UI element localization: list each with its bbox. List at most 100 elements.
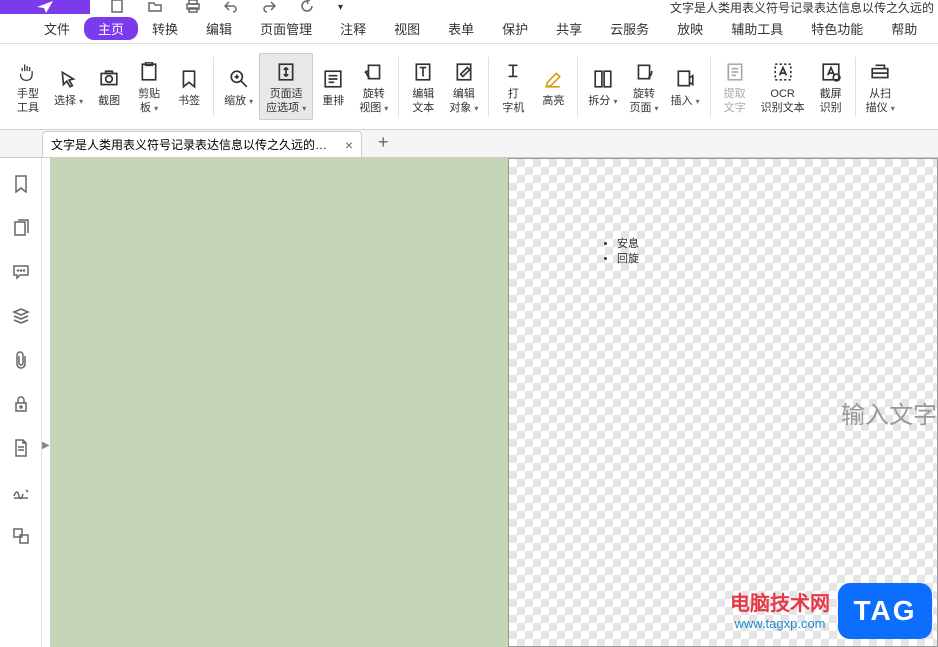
ribbon-insert-button[interactable]: 插入 ▾ bbox=[665, 61, 706, 112]
undo-icon[interactable] bbox=[224, 0, 238, 16]
refresh-icon[interactable] bbox=[300, 0, 314, 16]
ribbon-label: 手型 工具 bbox=[17, 88, 39, 114]
extract-icon bbox=[721, 58, 749, 86]
add-tab-button[interactable]: + bbox=[378, 132, 389, 157]
scanner-icon bbox=[866, 58, 894, 86]
bullet-list: 安息回旋 bbox=[601, 237, 639, 268]
chevron-down-icon: ▾ bbox=[474, 104, 478, 113]
menu-item[interactable]: 特色功能 bbox=[797, 15, 877, 42]
screenshot-icon bbox=[95, 65, 123, 93]
chevron-down-icon: ▾ bbox=[655, 104, 659, 113]
page-left-panel bbox=[50, 158, 508, 647]
comment-icon[interactable] bbox=[11, 262, 31, 282]
attachment-icon[interactable] bbox=[11, 350, 31, 370]
redo-icon[interactable] bbox=[262, 0, 276, 16]
ribbon-bookmark-button[interactable]: 书签 bbox=[169, 61, 209, 112]
signature-icon[interactable] bbox=[11, 482, 31, 502]
ribbon-label: 截屏 识别 bbox=[820, 88, 842, 114]
menu-item[interactable]: 辅助工具 bbox=[717, 15, 797, 42]
ribbon-hand-button[interactable]: 手型 工具 bbox=[8, 54, 48, 118]
watermark-title: 电脑技术网 bbox=[730, 587, 830, 616]
open-icon[interactable] bbox=[148, 0, 162, 16]
document-icon[interactable] bbox=[11, 438, 31, 458]
ribbon-separator bbox=[488, 57, 489, 117]
ribbon-label: 编辑 文本 bbox=[412, 88, 434, 114]
ribbon-label: 截图 bbox=[98, 95, 120, 108]
text-placeholder[interactable]: 输入文字 bbox=[841, 395, 937, 430]
ribbon-label: 旋转 页面 ▾ bbox=[629, 88, 658, 114]
list-item: 回旋 bbox=[617, 252, 639, 267]
ribbon-separator bbox=[710, 57, 711, 117]
zoom-icon bbox=[225, 65, 253, 93]
chevron-down-icon: ▾ bbox=[79, 97, 83, 106]
menu-item[interactable]: 文件 bbox=[30, 15, 84, 42]
menu-item[interactable]: 主页 bbox=[84, 17, 138, 40]
menu-item[interactable]: 编辑 bbox=[192, 15, 246, 42]
compare-icon[interactable] bbox=[11, 526, 31, 546]
menu-item[interactable]: 帮助 bbox=[877, 15, 931, 42]
select-icon bbox=[55, 65, 83, 93]
menu-item[interactable]: 共享 bbox=[542, 15, 596, 42]
bookmark-icon bbox=[175, 65, 203, 93]
bookmark-icon[interactable] bbox=[11, 174, 31, 194]
ribbon-scanner-button[interactable]: 从扫 描仪 ▾ bbox=[860, 54, 901, 118]
ribbon-edit-text-button[interactable]: 编辑 文本 bbox=[403, 54, 443, 118]
ribbon-reflow-button[interactable]: 重排 bbox=[313, 61, 353, 112]
document-tab[interactable]: 文字是人类用表义符号记录表达信息以传之久远的方... × bbox=[42, 131, 362, 157]
ribbon-ocr-button[interactable]: OCR 识别文本 bbox=[755, 54, 811, 118]
menu-item[interactable]: 云服务 bbox=[596, 15, 663, 42]
window-title: 文字是人类用表义符号记录表达信息以传之久远的 bbox=[670, 0, 938, 16]
chevron-down-icon: ▾ bbox=[891, 104, 895, 113]
document-tab-bar: 文字是人类用表义符号记录表达信息以传之久远的方... × + bbox=[0, 130, 938, 158]
ribbon-screen-ocr-button[interactable]: 截屏 识别 bbox=[811, 54, 851, 118]
hand-icon bbox=[14, 58, 42, 86]
send-icon bbox=[36, 0, 54, 14]
print-icon[interactable] bbox=[186, 0, 200, 16]
document-canvas[interactable]: 安息回旋 输入文字 电脑技术网 www.tagxp.com TAG bbox=[42, 158, 938, 647]
chevron-down-icon: ▾ bbox=[154, 104, 158, 113]
menu-item[interactable]: 放映 bbox=[663, 15, 717, 42]
menu-item[interactable]: 保护 bbox=[488, 15, 542, 42]
quick-access-toolbar: ▾ bbox=[90, 0, 343, 16]
ribbon-separator bbox=[213, 57, 214, 117]
ribbon-label: 剪贴 板 ▾ bbox=[138, 88, 160, 114]
ocr-icon bbox=[769, 58, 797, 86]
ribbon-edit-obj-button[interactable]: 编辑 对象 ▾ bbox=[443, 54, 484, 118]
ribbon-label: 打 字机 bbox=[502, 88, 524, 114]
ribbon-select-button[interactable]: 选择 ▾ bbox=[48, 61, 89, 112]
workspace: ▶ 安息回旋 输入文字 电脑技术网 www.tagxp.com TAG bbox=[0, 158, 938, 647]
app-logo-area[interactable] bbox=[0, 0, 90, 14]
menu-bar: 文件主页转换编辑页面管理注释视图表单保护共享云服务放映辅助工具特色功能帮助 bbox=[0, 14, 938, 44]
ribbon-typewriter-button[interactable]: 打 字机 bbox=[493, 54, 533, 118]
watermark-url: www.tagxp.com bbox=[730, 616, 830, 631]
menu-item[interactable]: 页面管理 bbox=[246, 15, 326, 42]
edit-text-icon bbox=[409, 58, 437, 86]
chevron-down-icon: ▾ bbox=[249, 97, 253, 106]
rotate-view-icon bbox=[360, 58, 388, 86]
rotate-page-icon bbox=[630, 58, 658, 86]
ribbon-highlight-button[interactable]: 高亮 bbox=[533, 61, 573, 112]
ribbon-separator bbox=[577, 57, 578, 117]
layers-icon[interactable] bbox=[11, 306, 31, 326]
ribbon-clipboard-button[interactable]: 剪贴 板 ▾ bbox=[129, 54, 169, 118]
close-icon[interactable]: × bbox=[345, 137, 353, 153]
pages-icon[interactable] bbox=[11, 218, 31, 238]
ribbon-fit-button[interactable]: 页面适 应选项 ▾ bbox=[259, 53, 313, 119]
ribbon-screenshot-button[interactable]: 截图 bbox=[89, 61, 129, 112]
dropdown-icon[interactable]: ▾ bbox=[338, 2, 343, 13]
menu-item[interactable]: 注释 bbox=[326, 15, 380, 42]
ribbon-label: 高亮 bbox=[542, 95, 564, 108]
menu-item[interactable]: 表单 bbox=[434, 15, 488, 42]
ribbon-zoom-button[interactable]: 缩放 ▾ bbox=[218, 61, 259, 112]
ribbon-label: 拆分 ▾ bbox=[588, 95, 617, 108]
list-item: 安息 bbox=[617, 237, 639, 252]
menu-item[interactable]: 转换 bbox=[138, 15, 192, 42]
new-icon[interactable] bbox=[110, 0, 124, 16]
page-right-panel: 安息回旋 输入文字 bbox=[508, 158, 938, 647]
ribbon-split-button[interactable]: 拆分 ▾ bbox=[582, 61, 623, 112]
screen-ocr-icon bbox=[817, 58, 845, 86]
menu-item[interactable]: 视图 bbox=[380, 15, 434, 42]
ribbon-rotate-view-button[interactable]: 旋转 视图 ▾ bbox=[353, 54, 394, 118]
lock-icon[interactable] bbox=[11, 394, 31, 414]
ribbon-rotate-page-button[interactable]: 旋转 页面 ▾ bbox=[623, 54, 664, 118]
